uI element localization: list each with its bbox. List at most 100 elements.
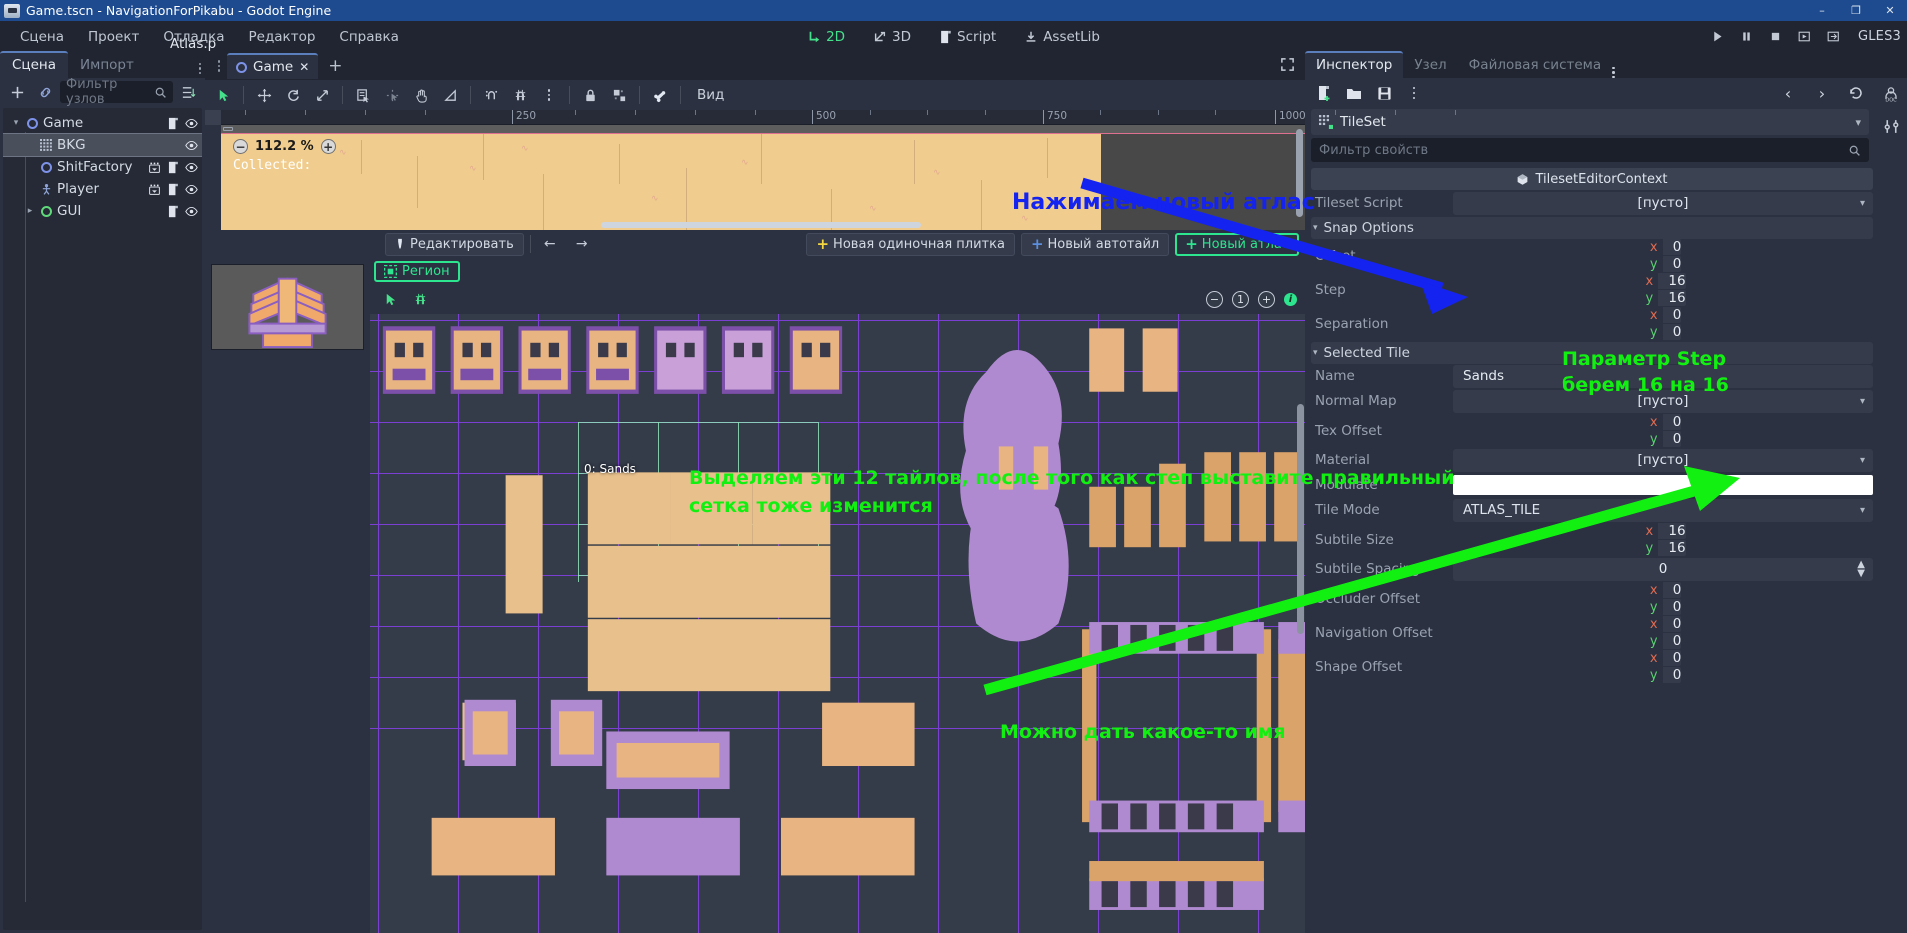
view-menu-button[interactable]: Вид <box>687 83 734 107</box>
tab-node[interactable]: Узел <box>1403 53 1457 78</box>
new-atlas-button[interactable]: + Новый атлас <box>1175 232 1299 256</box>
window-controls[interactable]: – ❐ ✕ <box>1805 0 1907 21</box>
property-occluder-offset[interactable]: Occluder Offset x0 y0 <box>1311 582 1873 615</box>
snap-options-button[interactable] <box>506 82 534 108</box>
prev-tile-button[interactable]: ← <box>537 233 563 255</box>
property-shape-offset[interactable]: Shape Offset x0 y0 <box>1311 650 1873 683</box>
property-step[interactable]: Step x 16 y 16 <box>1311 273 1873 306</box>
property-tileset-script[interactable]: Tileset Script [пусто] ▾ <box>1311 191 1873 215</box>
open-docs-button[interactable]: DOC <box>1879 82 1903 106</box>
canvas-horizontal-scrollbar[interactable] <box>601 222 921 228</box>
tree-item-actions[interactable] <box>148 183 198 196</box>
new-resource-button[interactable] <box>1311 81 1337 105</box>
animation-icon[interactable] <box>148 183 161 196</box>
tab-2d[interactable]: 2D <box>798 26 854 48</box>
property-list[interactable]: TilesetEditorContext Tileset Script [пус… <box>1305 166 1875 933</box>
tile-name-input[interactable]: Sands <box>1453 364 1873 388</box>
move-mode-button[interactable] <box>250 82 278 108</box>
script-icon[interactable] <box>167 161 179 174</box>
tile-mode-dropdown[interactable]: ATLAS_TILE ▾ <box>1453 498 1873 522</box>
play-button[interactable] <box>1705 25 1731 49</box>
atlas-snap-tool[interactable] <box>406 286 434 312</box>
property-navigation-offset[interactable]: Navigation Offset x0 y0 <box>1311 616 1873 649</box>
atlas-zoom-reset-button[interactable]: 1 <box>1232 290 1249 308</box>
lock-button[interactable] <box>576 82 604 108</box>
atlas-vertical-scrollbar[interactable] <box>1297 404 1304 634</box>
edit-button[interactable]: Редактировать <box>385 232 524 256</box>
occluder-offset-y-field[interactable]: y0 <box>1644 599 1682 615</box>
tileset-source-list[interactable] <box>205 258 370 933</box>
tree-item-actions[interactable] <box>148 161 198 174</box>
atlas-select-tool[interactable] <box>376 286 404 312</box>
offset-x-field[interactable]: x0 <box>1644 239 1682 255</box>
scene-tab-game[interactable]: Game ✕ <box>227 53 319 79</box>
scale-mode-button[interactable] <box>308 82 336 108</box>
navigation-offset-y-field[interactable]: y0 <box>1644 633 1682 649</box>
ruler-mode-button[interactable] <box>436 82 464 108</box>
node-filter-input[interactable]: Фильтр узлов <box>60 77 173 107</box>
shape-offset-x-field[interactable]: x0 <box>1644 650 1682 666</box>
canvas-vertical-scrollbar[interactable] <box>1296 129 1303 217</box>
inspector-options-icon[interactable] <box>1401 81 1427 105</box>
menu-item-editor[interactable]: Редактор <box>237 25 328 49</box>
property-offset[interactable]: Offset x0 y0 <box>1311 239 1873 272</box>
scene-tabs-menu-icon[interactable] <box>211 60 227 72</box>
toggle-snap-button[interactable] <box>477 82 505 108</box>
history-next-button[interactable]: › <box>1809 81 1835 105</box>
tree-item-gui[interactable]: ▸ GUI <box>3 200 202 222</box>
tree-item-game[interactable]: ▾ Game <box>3 112 202 134</box>
add-node-button[interactable] <box>4 80 30 104</box>
tree-item-player[interactable]: Player <box>3 178 202 200</box>
subtile-size-x-field[interactable]: x 16 <box>1640 523 1686 539</box>
animation-icon[interactable] <box>148 161 161 174</box>
navigation-offset-x-field[interactable]: x0 <box>1644 616 1682 632</box>
scene-tab-close-icon[interactable]: ✕ <box>299 60 309 74</box>
menu-item-scene[interactable]: Сцена <box>8 25 76 49</box>
zoom-out-button[interactable]: − <box>233 139 248 154</box>
menu-item-project[interactable]: Проект <box>76 25 151 49</box>
expand-arrow-icon[interactable]: ▾ <box>9 118 23 128</box>
property-filter-input[interactable]: Фильтр свойств <box>1311 138 1869 162</box>
tileset-script-dropdown[interactable]: [пусто] ▾ <box>1453 191 1873 215</box>
next-tile-button[interactable]: → <box>569 233 595 255</box>
renderer-selector[interactable]: GLES3 <box>1858 29 1901 44</box>
save-resource-button[interactable] <box>1371 81 1397 105</box>
occluder-offset-x-field[interactable]: x0 <box>1644 582 1682 598</box>
inspector-settings-button[interactable] <box>1879 114 1903 138</box>
tab-inspector[interactable]: Инспектор <box>1305 51 1404 78</box>
scene-dock-menu-icon[interactable] <box>198 62 201 74</box>
offset-y-field[interactable]: y0 <box>1644 256 1682 272</box>
property-subtile-spacing[interactable]: Subtile Spacing 0 ▲ ▼ <box>1311 557 1873 581</box>
property-material[interactable]: Material [пусто] ▾ <box>1311 448 1873 472</box>
canvas-zoom-controls[interactable]: − 112.2 % + <box>233 139 336 154</box>
visibility-eye-icon[interactable] <box>185 139 198 152</box>
tab-import[interactable]: Импорт <box>68 53 146 78</box>
canvas-2d-surface[interactable]: ∿ ∿ ∿ ∿ ∿ ∿ ∿ ∿ − 112.2 % + Collected: <box>221 125 1305 230</box>
tab-scene[interactable]: Сцена <box>0 51 69 78</box>
script-icon[interactable] <box>167 183 179 196</box>
list-select-button[interactable] <box>349 82 377 108</box>
zoom-in-button[interactable]: + <box>320 139 336 154</box>
tab-script[interactable]: Script <box>930 26 1005 48</box>
property-separation[interactable]: Separation x0 y0 <box>1311 307 1873 340</box>
bone-button[interactable] <box>646 82 674 108</box>
property-tex-offset[interactable]: Tex Offset x0 y0 <box>1311 414 1873 447</box>
history-menu-button[interactable] <box>1843 81 1869 105</box>
spinner-icon[interactable]: ▲ ▼ <box>1857 560 1865 579</box>
separation-x-field[interactable]: x0 <box>1644 307 1682 323</box>
tab-filesystem[interactable]: Файловая система <box>1458 53 1612 78</box>
history-prev-button[interactable]: ‹ <box>1775 81 1801 105</box>
region-button[interactable]: Регион <box>374 260 460 282</box>
pause-button[interactable] <box>1734 25 1760 49</box>
script-icon[interactable] <box>167 117 179 130</box>
new-single-tile-button[interactable]: + Новая одиночная плитка <box>806 232 1015 256</box>
property-normal-map[interactable]: Normal Map [пусто] ▾ <box>1311 389 1873 413</box>
expand-viewport-icon[interactable] <box>1280 57 1295 76</box>
atlas-canvas[interactable]: 0: Sands <box>370 314 1305 933</box>
tab-assetlib[interactable]: AssetLib <box>1015 26 1109 48</box>
tree-item-actions[interactable] <box>185 139 198 152</box>
material-dropdown[interactable]: [пусто] ▾ <box>1453 448 1873 472</box>
atlas-zoom-out-button[interactable]: − <box>1206 290 1223 308</box>
open-resource-button[interactable] <box>1341 81 1367 105</box>
expand-arrow-icon[interactable]: ▸ <box>23 206 37 216</box>
